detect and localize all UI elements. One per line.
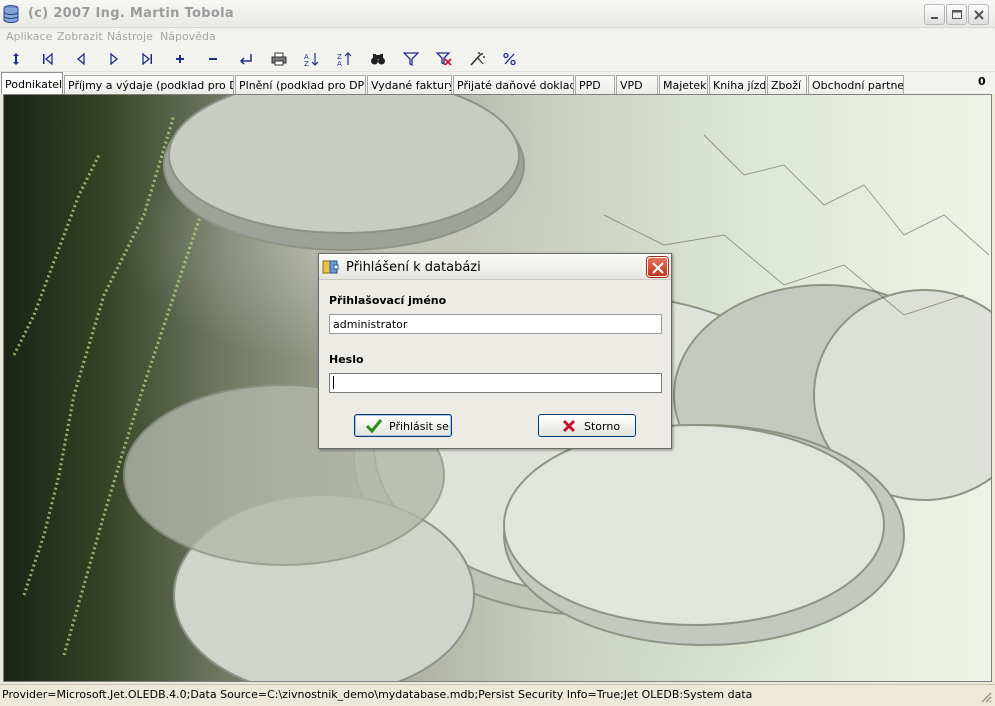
add-record-button[interactable] [170, 50, 190, 68]
minimize-button[interactable] [924, 4, 945, 25]
resize-grip-icon[interactable] [980, 691, 992, 703]
connection-string: Provider=Microsoft.Jet.OLEDB.4.0;Data So… [2, 688, 753, 701]
window-titlebar: (c) 2007 Ing. Martin Tobola [0, 0, 995, 28]
close-window-button[interactable] [968, 4, 989, 25]
tab-prijmy-a-vydaje[interactable]: Příjmy a výdaje (podklad pro DzP) [64, 75, 234, 94]
remove-filter-button[interactable] [434, 50, 454, 68]
find-button[interactable] [368, 50, 388, 68]
cancel-button[interactable]: Storno [538, 414, 636, 437]
tab-obchodni-partneri[interactable]: Obchodní partneři [808, 75, 904, 94]
login-dialog: Přihlášení k databázi Přihlašovací jméno… [318, 253, 672, 449]
window-title: (c) 2007 Ing. Martin Tobola [28, 6, 234, 21]
delete-record-button[interactable] [203, 50, 223, 68]
tab-majetek[interactable]: Majetek [659, 75, 708, 94]
dialog-close-button[interactable] [647, 257, 668, 277]
enter-button[interactable] [236, 50, 256, 68]
login-button[interactable]: Přihlásit se [354, 414, 452, 437]
maximize-button[interactable] [946, 4, 967, 25]
menu-napoveda[interactable]: Nápověda [160, 30, 216, 43]
menu-nastroje[interactable]: Nástroje [107, 30, 153, 43]
dialog-title: Přihlášení k databázi [346, 260, 481, 275]
tab-vydane-faktury[interactable]: Vydané faktury [367, 75, 452, 94]
menu-zobrazit[interactable]: Zobrazit [57, 30, 103, 43]
first-record-button[interactable] [38, 50, 58, 68]
login-icon [322, 260, 339, 274]
previous-record-icon [76, 52, 85, 66]
refresh-icon [13, 53, 19, 65]
print-button[interactable] [269, 50, 289, 68]
close-icon [974, 10, 984, 20]
svg-text:Z: Z [304, 60, 309, 66]
previous-record-button[interactable] [71, 50, 91, 68]
tools-icon [470, 52, 485, 66]
menu-aplikace[interactable]: Aplikace [6, 30, 52, 43]
sort-ascending-icon: AZ [304, 53, 319, 66]
first-record-icon [43, 52, 53, 66]
database-icon [3, 5, 19, 23]
add-record-icon [176, 55, 184, 63]
checkmark-icon [365, 419, 383, 434]
last-record-button[interactable] [137, 50, 157, 68]
tab-ppd[interactable]: PPD [575, 75, 615, 94]
refresh-button[interactable] [6, 50, 26, 68]
record-counter: 0 [978, 75, 986, 88]
percent-button[interactable] [500, 50, 520, 68]
maximize-icon [952, 10, 962, 19]
tab-kniha-jizd[interactable]: Kniha jízd [709, 75, 766, 94]
next-record-icon [110, 52, 119, 66]
tab-bar: Podnikatel Příjmy a výdaje (podklad pro … [0, 72, 995, 94]
tab-plneni[interactable]: Plnění (podklad pro DPH) [235, 75, 366, 94]
find-icon [371, 54, 385, 65]
percent-icon [503, 52, 516, 66]
toolbar: AZ ZA [0, 46, 995, 72]
text-caret [333, 376, 334, 389]
filter-button[interactable] [401, 50, 421, 68]
svg-text:A: A [337, 60, 342, 66]
sort-descending-icon: ZA [337, 52, 352, 66]
password-field[interactable] [329, 373, 662, 393]
last-record-icon [142, 52, 152, 66]
password-label: Heslo [329, 353, 364, 366]
tab-podnikatel[interactable]: Podnikatel [1, 72, 63, 94]
next-record-button[interactable] [104, 50, 124, 68]
login-button-label: Přihlásit se [389, 420, 449, 433]
print-icon [271, 52, 287, 66]
filter-icon [403, 52, 419, 66]
sort-ascending-button[interactable]: AZ [302, 50, 322, 68]
dialog-titlebar: Přihlášení k databázi [319, 254, 671, 280]
delete-record-icon [209, 58, 217, 60]
enter-icon [239, 54, 252, 65]
cancel-x-icon [562, 419, 576, 433]
menu-bar: Aplikace Zobrazit Nástroje Nápověda [0, 28, 995, 46]
tools-button[interactable] [467, 50, 487, 68]
cancel-button-label: Storno [584, 420, 621, 433]
sort-descending-button[interactable]: ZA [335, 50, 355, 68]
status-bar: Provider=Microsoft.Jet.OLEDB.4.0;Data So… [0, 684, 995, 706]
tab-zbozi[interactable]: Zboží [767, 75, 807, 94]
username-label: Přihlašovací jméno [329, 294, 447, 307]
close-icon [652, 262, 664, 274]
tab-vpd[interactable]: VPD [616, 75, 658, 94]
minimize-icon [931, 17, 938, 19]
remove-filter-icon [436, 52, 452, 66]
username-field[interactable] [329, 314, 662, 334]
tab-prijate-danove-doklady[interactable]: Přijaté daňové doklady [453, 75, 574, 94]
